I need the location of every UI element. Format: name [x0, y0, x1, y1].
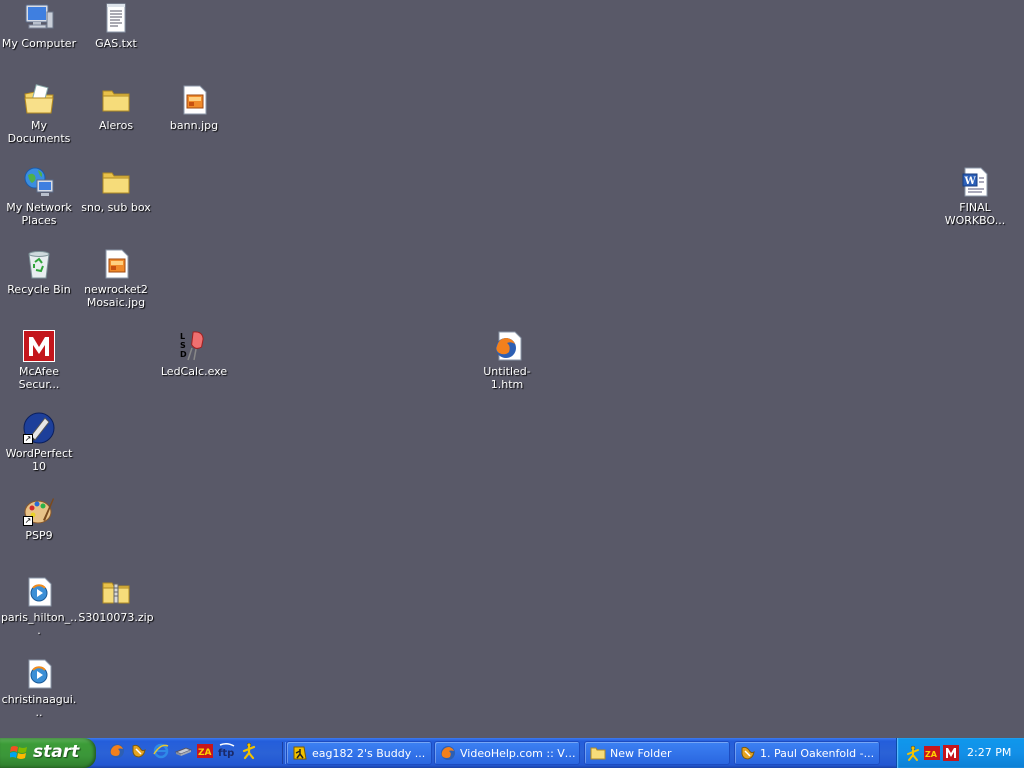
desktop-icon-newrocket2-mosaic[interactable]: newrocket2 Mosaic.jpg — [77, 248, 155, 309]
desktop-icon-label: My Documents — [7, 119, 71, 145]
mcafee-icon — [23, 330, 55, 362]
task-label: eag182 2's Buddy ... — [312, 747, 426, 760]
svg-text:ZA: ZA — [198, 748, 212, 758]
svg-text:W: W — [964, 176, 977, 187]
aim-icon[interactable] — [905, 745, 921, 761]
desktop-icon-label: Aleros — [98, 119, 134, 132]
desktop-icon-label: WordPerfect 10 — [5, 447, 73, 473]
folder-icon — [100, 84, 132, 116]
desktop-icon-my-computer[interactable]: My Computer — [0, 2, 78, 50]
taskbar-button-winamp[interactable]: 1. Paul Oakenfold -... — [734, 741, 880, 765]
task-label: 1. Paul Oakenfold -... — [760, 747, 875, 760]
paint-shop-pro-icon: ↗ — [23, 494, 55, 526]
desktop-icon-label: paris_hilton_... — [0, 611, 78, 637]
shortcut-arrow-icon: ↗ — [23, 434, 33, 444]
scanner-icon[interactable] — [174, 742, 194, 764]
firefox-icon — [441, 746, 455, 760]
desktop-icon-sno-sub-box[interactable]: sno, sub box — [77, 166, 155, 214]
desktop-icon-christinaaguilera[interactable]: christinaagui... — [0, 658, 78, 719]
desktop-icon-label: S3010073.zip — [78, 611, 154, 624]
network-places-icon — [23, 166, 55, 198]
svg-text:S: S — [180, 341, 186, 350]
aim-icon[interactable] — [240, 742, 260, 764]
aim-icon — [293, 746, 307, 760]
media-file-icon — [23, 576, 55, 608]
folder-icon — [590, 747, 606, 760]
my-documents-icon — [23, 84, 55, 116]
clock[interactable]: 2:27 PM — [967, 746, 1011, 759]
desktop-icon-label: McAfee Secur... — [18, 365, 60, 391]
desktop-icon-label: LedCalc.exe — [160, 365, 228, 378]
ftp-icon[interactable]: ftp — [218, 742, 238, 764]
windows-logo-icon — [10, 746, 27, 759]
desktop-icon-final-workbook[interactable]: W FINAL WORKBO... — [936, 166, 1014, 227]
firefox-document-icon — [491, 330, 523, 362]
start-label: start — [33, 742, 80, 762]
winamp-icon — [741, 746, 755, 760]
desktop-icon-my-network-places[interactable]: My Network Places — [0, 166, 78, 227]
desktop-icon-s3010073-zip[interactable]: S3010073.zip — [77, 576, 155, 624]
media-file-icon — [23, 658, 55, 690]
wordperfect-icon: ↗ — [23, 412, 55, 444]
system-tray: ZA 2:27 PM — [896, 738, 1024, 768]
start-button[interactable]: start — [0, 738, 96, 768]
led-calculator-icon: L S D — [178, 330, 210, 362]
image-file-icon — [178, 84, 210, 116]
folder-icon — [100, 166, 132, 198]
winamp-icon[interactable] — [130, 742, 150, 764]
firefox-icon[interactable] — [108, 742, 128, 764]
desktop-icon-label: sno, sub box — [81, 201, 151, 214]
taskbar-button-buddy-list[interactable]: eag182 2's Buddy ... — [286, 741, 432, 765]
image-file-icon — [100, 248, 132, 280]
desktop-icon-ledcalc[interactable]: L S D LedCalc.exe — [155, 330, 233, 378]
desktop-icon-label: Untitled-1.htm — [483, 365, 531, 391]
desktop-icon-label: GAS.txt — [95, 37, 137, 50]
taskbar-button-new-folder[interactable]: New Folder — [584, 741, 730, 765]
desktop-icon-label: Recycle Bin — [7, 283, 71, 296]
zonealarm-icon[interactable]: ZA — [196, 742, 216, 764]
desktop-icon-wordperfect[interactable]: ↗ WordPerfect 10 — [0, 412, 78, 473]
zip-folder-icon — [100, 576, 132, 608]
desktop-icon-label: PSP9 — [25, 529, 53, 542]
desktop-icon-label: My Network Places — [6, 201, 72, 227]
taskbar-button-videohelp[interactable]: VideoHelp.com :: Vi... — [434, 741, 580, 765]
desktop-icon-paris-hilton[interactable]: paris_hilton_... — [0, 576, 78, 637]
desktop-icon-label: My Computer — [1, 37, 77, 50]
desktop-icon-label: bann.jpg — [169, 119, 219, 132]
svg-text:ftp: ftp — [218, 748, 234, 759]
task-label: New Folder — [610, 747, 672, 760]
svg-text:L: L — [180, 332, 185, 341]
desktop-icon-recycle-bin[interactable]: Recycle Bin — [0, 248, 78, 296]
svg-text:ZA: ZA — [925, 750, 938, 759]
taskbar: start ZA ftp eag182 2's Buddy ... VideoH — [0, 738, 1024, 768]
computer-icon — [23, 2, 55, 34]
desktop-icon-psp9[interactable]: ↗ PSP9 — [0, 494, 78, 542]
desktop-icon-label: FINAL WORKBO... — [944, 201, 1006, 227]
text-file-icon — [100, 2, 132, 34]
desktop-icon-label: newrocket2 Mosaic.jpg — [84, 283, 148, 309]
word-document-icon: W — [959, 166, 991, 198]
desktop-icon-mcafee[interactable]: McAfee Secur... — [0, 330, 78, 391]
desktop-icon-bann-jpg[interactable]: bann.jpg — [155, 84, 233, 132]
desktop-icon-label: christinaagui... — [1, 693, 77, 719]
desktop-icon-gas-txt[interactable]: GAS.txt — [77, 2, 155, 50]
zonealarm-icon[interactable]: ZA — [924, 745, 940, 761]
desktop-icon-aleros[interactable]: Aleros — [77, 84, 155, 132]
ie-icon[interactable] — [152, 742, 172, 764]
desktop-icon-untitled-htm[interactable]: Untitled-1.htm — [468, 330, 546, 391]
recycle-bin-icon — [23, 248, 55, 280]
svg-text:D: D — [180, 350, 187, 359]
shortcut-arrow-icon: ↗ — [23, 516, 33, 526]
desktop-icon-my-documents[interactable]: My Documents — [0, 84, 78, 145]
mcafee-icon[interactable] — [943, 745, 959, 761]
task-label: VideoHelp.com :: Vi... — [460, 747, 576, 760]
desktop: My Computer My Documents My Network Plac… — [0, 0, 1024, 738]
